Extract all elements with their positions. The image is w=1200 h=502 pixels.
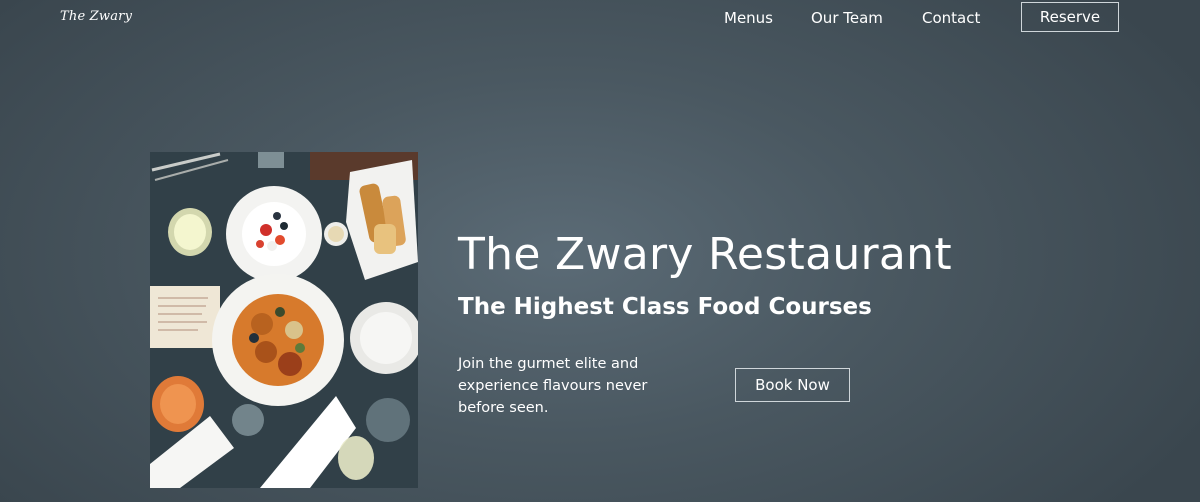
- page-title: The Zwary Restaurant: [458, 229, 952, 280]
- nav-link-our-team[interactable]: Our Team: [811, 9, 883, 27]
- logo[interactable]: The Zwary: [60, 9, 132, 24]
- hero-food-photo: [150, 152, 418, 488]
- restaurant-table-photo-icon: [150, 152, 418, 488]
- page-subtitle: The Highest Class Food Courses: [458, 294, 872, 320]
- hero-description: Join the gurmet elite and experience fla…: [458, 356, 648, 416]
- nav-link-contact[interactable]: Contact: [922, 9, 980, 27]
- nav-link-menus[interactable]: Menus: [724, 9, 773, 27]
- book-now-button[interactable]: Book Now: [735, 368, 850, 402]
- reserve-button[interactable]: Reserve: [1021, 2, 1119, 32]
